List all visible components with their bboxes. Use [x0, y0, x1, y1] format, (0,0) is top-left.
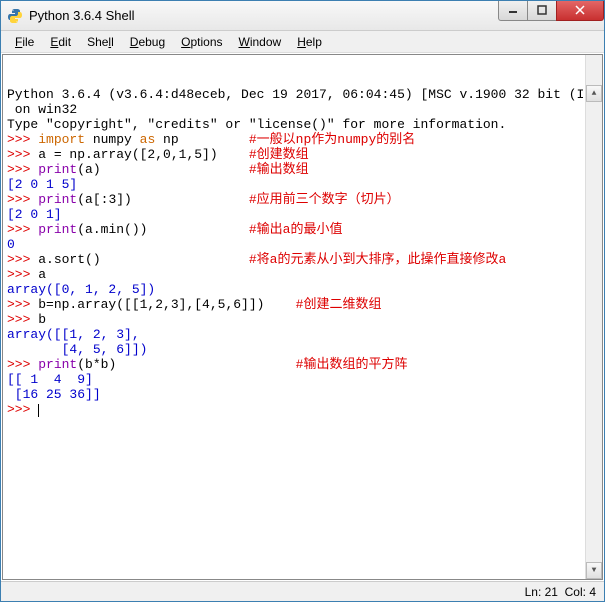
menu-debug[interactable]: Debug	[122, 33, 173, 51]
app-window: Python 3.6.4 Shell File Edit Shell Debug…	[0, 0, 605, 602]
window-controls	[499, 1, 604, 21]
close-button[interactable]	[556, 1, 604, 21]
window-title: Python 3.6.4 Shell	[29, 8, 499, 23]
shell-line: >>> print(a.min()) #输出a的最小值	[7, 222, 598, 237]
text-cursor	[38, 404, 39, 417]
python-icon	[7, 8, 23, 24]
shell-line: >>> b	[7, 312, 598, 327]
shell-line: array([[1, 2, 3],	[7, 327, 598, 342]
maximize-button[interactable]	[527, 1, 557, 21]
menu-help[interactable]: Help	[289, 33, 330, 51]
shell-line: >>> print(b*b) #输出数组的平方阵	[7, 357, 598, 372]
shell-content[interactable]: Python 3.6.4 (v3.6.4:d48eceb, Dec 19 201…	[2, 54, 603, 580]
shell-line: [4, 5, 6]])	[7, 342, 598, 357]
status-line: Ln: 21	[525, 585, 558, 599]
shell-line: >>> a.sort() #将a的元素从小到大排序，此操作直接修改a	[7, 252, 598, 267]
shell-line: >>> print(a) #输出数组	[7, 162, 598, 177]
shell-line: Type "copyright", "credits" or "license(…	[7, 117, 598, 132]
menu-options[interactable]: Options	[173, 33, 230, 51]
scroll-down-button[interactable]: ▼	[586, 562, 602, 579]
scrollbar[interactable]: ▲ ▼	[585, 55, 602, 579]
shell-line: Python 3.6.4 (v3.6.4:d48eceb, Dec 19 201…	[7, 87, 598, 102]
menubar: File Edit Shell Debug Options Window Hel…	[1, 31, 604, 53]
status-col: Col: 4	[565, 585, 596, 599]
shell-line: array([0, 1, 2, 5])	[7, 282, 598, 297]
shell-line: >>> a	[7, 267, 598, 282]
shell-line: 0	[7, 237, 598, 252]
shell-line: >>> a = np.array([2,0,1,5]) #创建数组	[7, 147, 598, 162]
menu-shell[interactable]: Shell	[79, 33, 122, 51]
shell-line: >>> print(a[:3]) #应用前三个数字（切片）	[7, 192, 598, 207]
statusbar: Ln: 21 Col: 4	[1, 581, 604, 601]
shell-line: >>> b=np.array([[1,2,3],[4,5,6]]) #创建二维数…	[7, 297, 598, 312]
menu-edit[interactable]: Edit	[42, 33, 79, 51]
shell-line: [[ 1 4 9]	[7, 372, 598, 387]
scroll-up-button[interactable]: ▲	[586, 85, 602, 102]
shell-line: [2 0 1 5]	[7, 177, 598, 192]
shell-line: on win32	[7, 102, 598, 117]
minimize-button[interactable]	[498, 1, 528, 21]
shell-line: >>> import numpy as np #一般以np作为numpy的别名	[7, 132, 598, 147]
shell-line: >>>	[7, 402, 598, 417]
menu-window[interactable]: Window	[231, 33, 290, 51]
shell-line: [2 0 1]	[7, 207, 598, 222]
menu-file[interactable]: File	[7, 33, 42, 51]
titlebar[interactable]: Python 3.6.4 Shell	[1, 1, 604, 31]
shell-line: [16 25 36]]	[7, 387, 598, 402]
